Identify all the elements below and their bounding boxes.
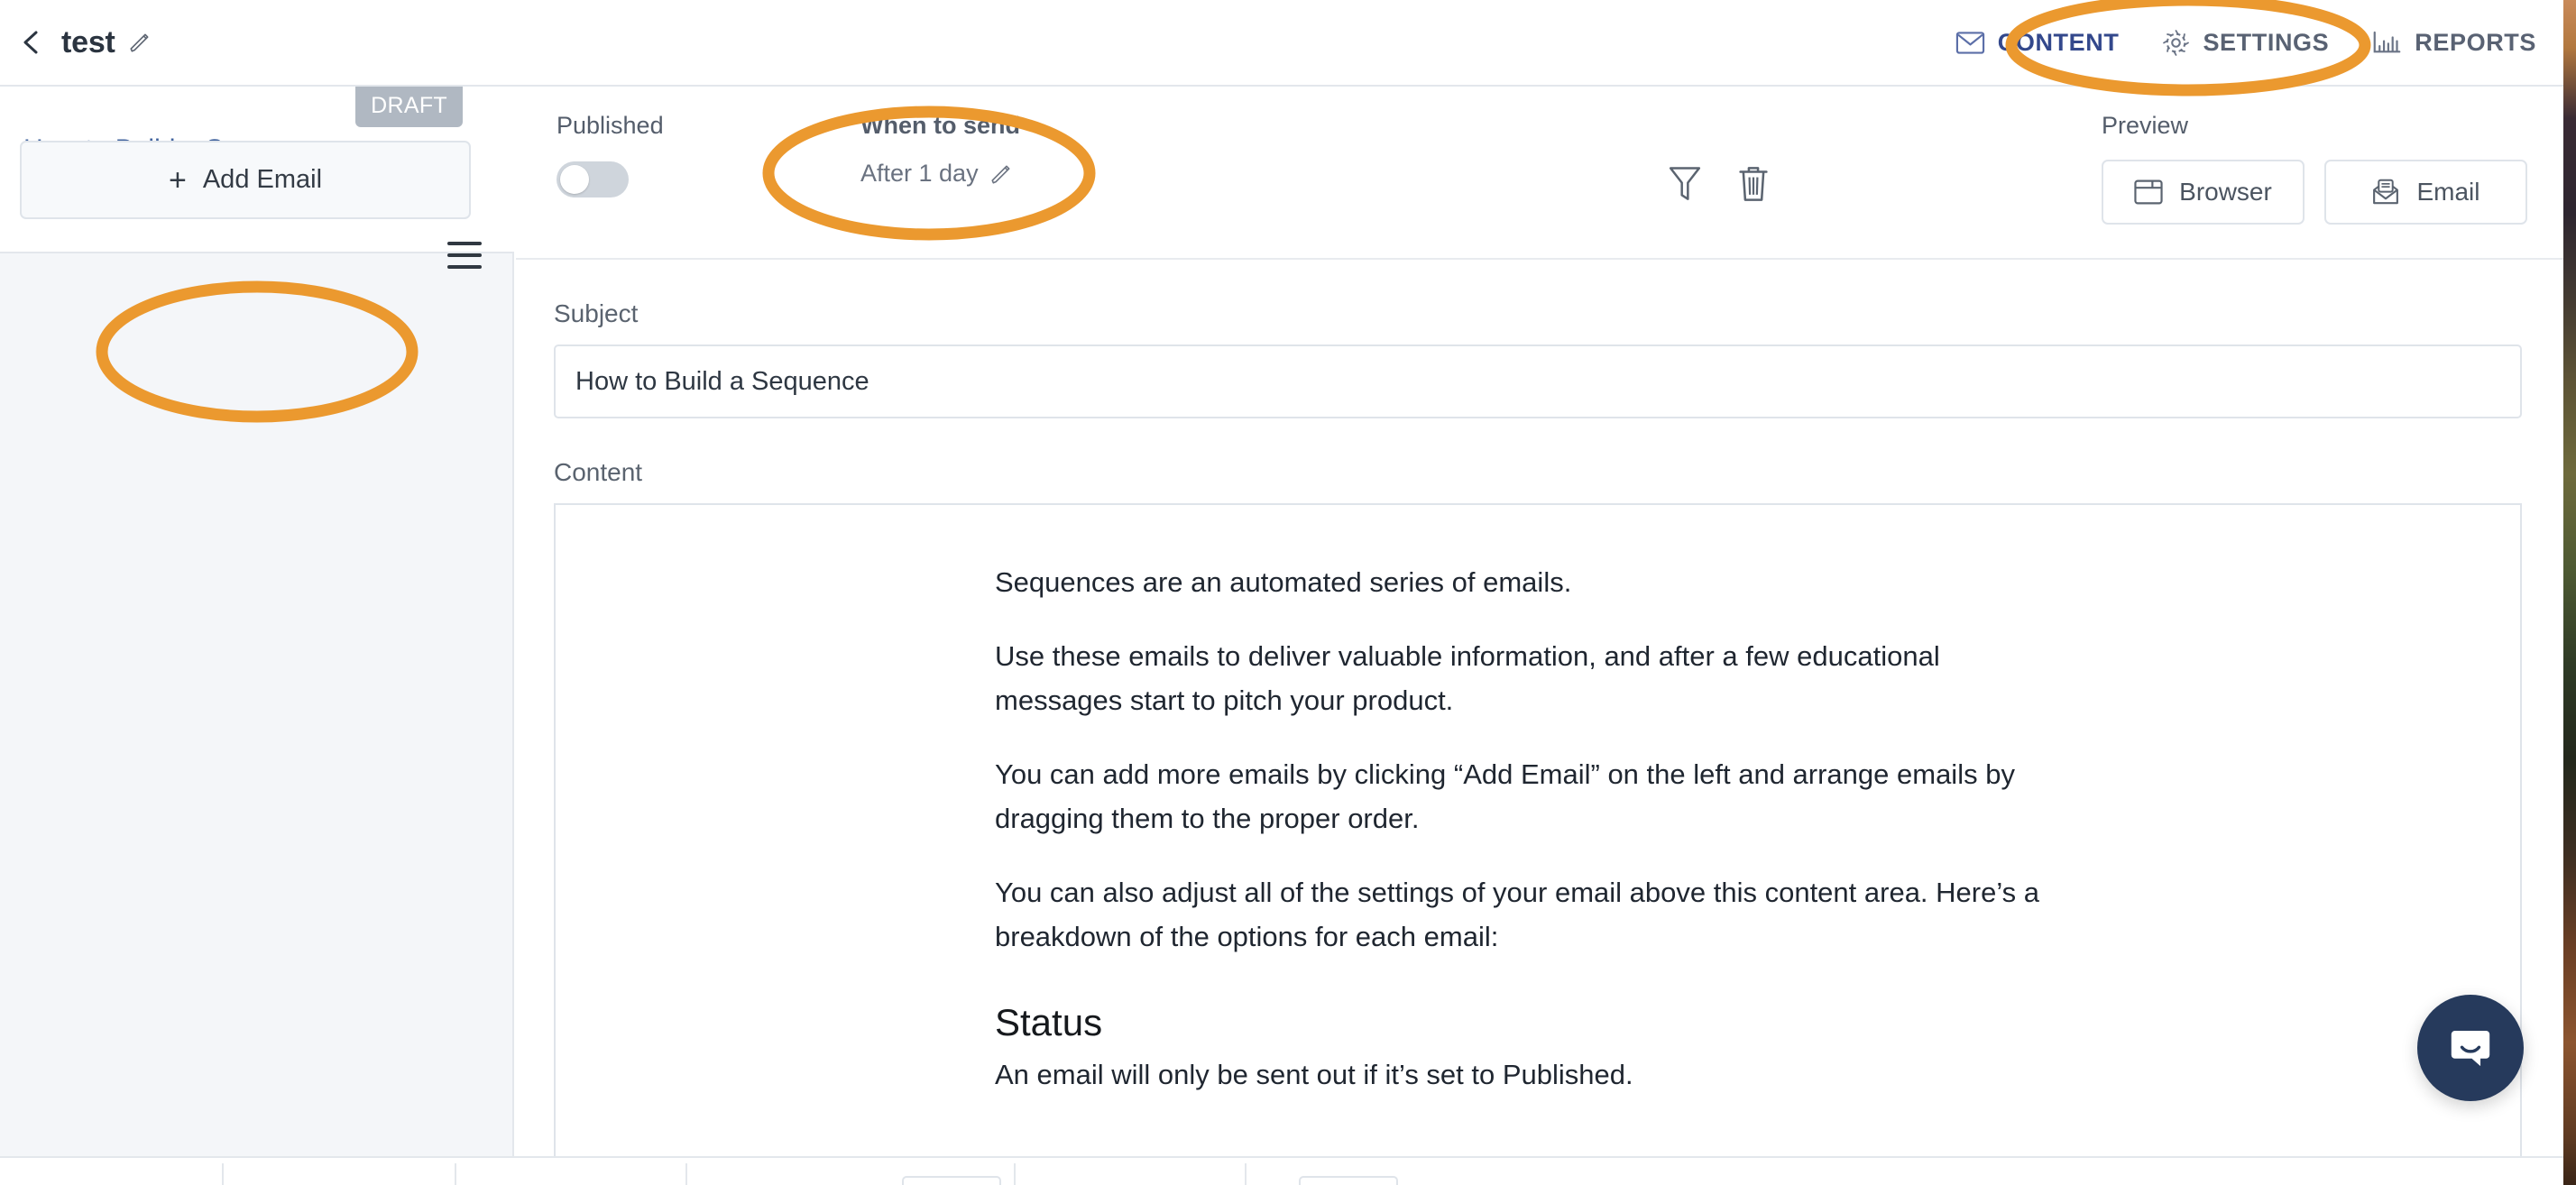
subject-label: Subject bbox=[554, 299, 639, 327]
toolbar-divider bbox=[1014, 1163, 1016, 1185]
envelope-icon bbox=[1955, 31, 1984, 54]
browser-window-icon bbox=[2134, 179, 2163, 205]
content-paragraph: You can add more emails by clicking “Add… bbox=[995, 758, 2015, 834]
tab-content-label: CONTENT bbox=[1997, 28, 2120, 56]
status-badge: DRAFT bbox=[355, 87, 463, 127]
when-to-send-field: When to send After 1 day bbox=[860, 112, 1020, 188]
content-heading: Status bbox=[995, 1000, 1103, 1043]
tab-settings[interactable]: SETTINGS bbox=[2162, 29, 2329, 57]
preview-browser-button[interactable]: Browser bbox=[2102, 160, 2305, 225]
add-email-label: Add Email bbox=[202, 165, 323, 194]
chevron-left-icon bbox=[23, 31, 38, 54]
filter-button[interactable] bbox=[1663, 161, 1707, 207]
pencil-icon bbox=[991, 165, 1010, 184]
tab-reports[interactable]: REPORTS bbox=[2372, 30, 2536, 55]
content-editor-body[interactable]: Sequences are an automated series of ema… bbox=[556, 505, 2520, 1098]
plus-icon: + bbox=[168, 162, 187, 198]
email-form: Subject Content Sequences are an automat… bbox=[516, 299, 2563, 1180]
email-list-sidebar: DRAFT How to Build a Sequence 1 day + Ad… bbox=[0, 87, 514, 1185]
email-toolbar: Published When to send After 1 day Previ… bbox=[516, 87, 2563, 260]
toggle-knob bbox=[560, 165, 589, 194]
trash-icon bbox=[1739, 167, 1768, 201]
content-paragraph: Use these emails to deliver valuable inf… bbox=[995, 639, 1940, 716]
tab-content[interactable]: CONTENT bbox=[1955, 28, 2120, 56]
tab-reports-label: REPORTS bbox=[2415, 28, 2536, 56]
drag-handle-bar bbox=[447, 253, 482, 257]
content-paragraph: Sequences are an automated series of ema… bbox=[995, 566, 1572, 598]
preview-label: Preview bbox=[2102, 112, 2189, 139]
desktop-background-sliver bbox=[2563, 0, 2576, 1185]
preview-browser-label: Browser bbox=[2179, 178, 2272, 206]
toolbar-divider bbox=[222, 1163, 224, 1185]
toolbar-divider bbox=[1245, 1163, 1247, 1185]
gear-icon bbox=[2163, 29, 2190, 56]
edit-title-button[interactable] bbox=[128, 31, 152, 54]
content-editor[interactable]: Sequences are an automated series of ema… bbox=[554, 503, 2522, 1180]
main-panel: Published When to send After 1 day Previ… bbox=[516, 87, 2563, 1185]
bar-chart-icon bbox=[2373, 31, 2401, 53]
content-label: Content bbox=[554, 458, 643, 486]
toolbar-divider bbox=[455, 1163, 456, 1185]
chat-launcher-button[interactable] bbox=[2417, 995, 2524, 1101]
toolbar-select[interactable] bbox=[1299, 1176, 1398, 1185]
open-envelope-icon bbox=[2373, 179, 2399, 205]
delete-button[interactable] bbox=[1732, 161, 1775, 207]
published-control: Published bbox=[557, 112, 664, 198]
add-email-button[interactable]: + Add Email bbox=[20, 141, 471, 219]
subject-input[interactable] bbox=[554, 344, 2522, 418]
pencil-icon bbox=[130, 33, 149, 52]
top-bar: test CONTENT SETTINGS REPORTS bbox=[0, 0, 2563, 87]
preview-email-label: Email bbox=[2416, 178, 2480, 206]
published-toggle[interactable] bbox=[557, 161, 629, 198]
when-to-send-label: When to send bbox=[860, 112, 1020, 139]
content-paragraph: You can also adjust all of the settings … bbox=[995, 876, 2040, 952]
preview-buttons: Browser Email bbox=[2102, 160, 2527, 225]
when-to-send-text: After 1 day bbox=[860, 160, 979, 187]
top-navigation: CONTENT SETTINGS REPORTS bbox=[1955, 29, 2536, 57]
back-button[interactable] bbox=[20, 31, 43, 54]
toolbar-divider bbox=[685, 1163, 687, 1185]
funnel-icon bbox=[1669, 167, 1701, 200]
app-root: test CONTENT SETTINGS REPORTS DRAFT + Ad… bbox=[0, 0, 2576, 1185]
drag-handle-bar bbox=[447, 242, 482, 245]
when-to-send-value[interactable]: After 1 day bbox=[860, 160, 1020, 188]
preview-control: Preview Browser Email bbox=[2102, 112, 2527, 225]
drag-handle-bar bbox=[447, 265, 482, 269]
preview-email-button[interactable]: Email bbox=[2324, 160, 2527, 225]
editor-bottom-toolbar[interactable] bbox=[0, 1156, 2563, 1185]
drag-handle[interactable] bbox=[447, 242, 482, 269]
content-paragraph: An email will only be sent out if it’s s… bbox=[995, 1058, 1633, 1090]
toolbar-select[interactable] bbox=[902, 1176, 1001, 1185]
tab-settings-label: SETTINGS bbox=[2203, 28, 2330, 56]
page-title: test bbox=[61, 24, 115, 60]
chat-bubble-icon bbox=[2451, 1030, 2490, 1067]
published-label: Published bbox=[557, 112, 664, 139]
